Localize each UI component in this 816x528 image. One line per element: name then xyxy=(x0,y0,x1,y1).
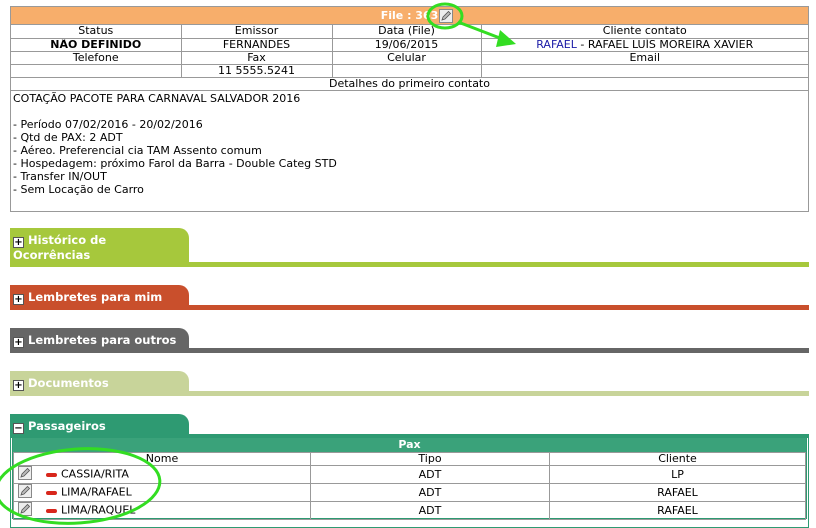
celular-header: Celular xyxy=(331,50,482,65)
contact-fullname: - RAFAEL LUÍS MOREIRA XAVIER xyxy=(576,38,754,51)
email-header: Email xyxy=(480,50,808,65)
pax-name: LIMA/RAFAEL xyxy=(61,485,132,499)
pax-cliente: LP xyxy=(549,465,806,484)
tab-lembretes-mim-label: Lembretes para mim xyxy=(28,290,163,304)
tab-lembretes-outros[interactable]: + Lembretes para outros xyxy=(10,328,189,350)
table-row: LIMA/RAQUEL ADT RAFAEL xyxy=(13,501,806,520)
section-documentos: + Documentos xyxy=(10,371,809,397)
details-text: COTAÇÃO PACOTE PARA CARNAVAL SALVADOR 20… xyxy=(13,91,337,196)
details-header: Detalhes do primeiro contato xyxy=(11,76,808,91)
file-info-table: Status Emissor Data (File) Cliente conta… xyxy=(11,25,808,91)
section-lembretes-outros: + Lembretes para outros xyxy=(10,328,809,355)
plus-expand-icon[interactable]: + xyxy=(13,337,24,348)
telefone-header: Telefone xyxy=(11,50,182,65)
documentos-bar xyxy=(10,391,809,396)
file-title-bar: File : 363 xyxy=(11,7,808,25)
tab-lembretes-mim[interactable]: + Lembretes para mim xyxy=(10,285,189,307)
fax-value: 11 5555.5241 xyxy=(180,63,333,78)
email-value xyxy=(480,63,808,78)
pax-name-cell: CASSIA/RITA xyxy=(13,465,311,484)
tab-documentos[interactable]: + Documentos xyxy=(10,371,189,393)
plus-expand-icon[interactable]: + xyxy=(13,294,24,305)
tab-passageiros-label: Passageiros xyxy=(28,419,106,433)
table-row: CASSIA/RITA ADT LP xyxy=(13,465,806,484)
emissor-value: FERNANDES xyxy=(180,37,333,52)
tab-documentos-label: Documentos xyxy=(28,376,109,390)
tab-historico[interactable]: + Histórico de Ocorrências xyxy=(10,228,189,264)
pax-col-nome: Nome xyxy=(13,452,311,466)
pax-tipo: ADT xyxy=(310,501,550,520)
plus-expand-icon[interactable]: + xyxy=(13,237,24,248)
minus-remove-icon[interactable] xyxy=(46,472,57,477)
pax-table: Nome Tipo Cliente CASSIA/RITA ADT LP LIM… xyxy=(13,452,806,520)
pax-name: CASSIA/RITA xyxy=(61,467,129,481)
pencil-edit-icon[interactable] xyxy=(18,484,32,501)
data-header: Data (File) xyxy=(331,25,482,39)
minus-remove-icon[interactable] xyxy=(46,508,57,513)
pax-name-cell: LIMA/RAQUEL xyxy=(13,501,311,520)
pax-tipo: ADT xyxy=(310,483,550,502)
pax-name: LIMA/RAQUEL xyxy=(61,503,136,517)
file-panel: File : 363 Status Emissor Data (File) Cl… xyxy=(10,6,809,212)
pax-cliente: RAFAEL xyxy=(549,501,806,520)
status-header: Status xyxy=(11,25,182,39)
section-lembretes-mim: + Lembretes para mim xyxy=(10,285,809,312)
table-row: LIMA/RAFAEL ADT RAFAEL xyxy=(13,483,806,502)
pencil-edit-icon[interactable] xyxy=(18,502,32,519)
tab-historico-label: Histórico de Ocorrências xyxy=(13,233,107,262)
plus-expand-icon[interactable]: + xyxy=(13,380,24,391)
contact-link[interactable]: RAFAEL xyxy=(536,39,577,50)
pax-cliente: RAFAEL xyxy=(549,483,806,502)
tab-lembretes-outros-label: Lembretes para outros xyxy=(28,333,177,347)
section-historico: + Histórico de Ocorrências xyxy=(10,228,809,268)
cliente-contato-header: Cliente contato xyxy=(480,25,808,39)
pax-panel: Pax Nome Tipo Cliente CASSIA/RITA ADT LP… xyxy=(12,437,807,520)
pencil-edit-icon[interactable] xyxy=(18,466,32,483)
data-value: 19/06/2015 xyxy=(331,37,482,52)
file-title: File : 363 xyxy=(380,9,439,22)
pax-tipo: ADT xyxy=(310,465,550,484)
pax-title: Pax xyxy=(13,438,806,452)
status-value: NÃO DEFINIDO xyxy=(11,37,182,52)
cliente-contato-value: RAFAEL - RAFAEL LUÍS MOREIRA XAVIER xyxy=(480,37,808,52)
minus-collapse-icon[interactable]: − xyxy=(13,423,24,434)
minus-remove-icon[interactable] xyxy=(46,490,57,495)
edit-file-pencil-icon[interactable] xyxy=(439,9,453,29)
lembretes-mim-bar xyxy=(10,305,809,310)
telefone-value xyxy=(11,63,182,78)
celular-value xyxy=(331,63,482,78)
pax-name-cell: LIMA/RAFAEL xyxy=(13,483,311,502)
emissor-header: Emissor xyxy=(180,25,333,39)
historico-bar xyxy=(10,262,809,267)
pax-col-cliente: Cliente xyxy=(549,452,806,466)
tab-passageiros[interactable]: − Passageiros xyxy=(10,414,189,436)
pax-col-tipo: Tipo xyxy=(310,452,550,466)
lembretes-outros-bar xyxy=(10,348,809,353)
fax-header: Fax xyxy=(180,50,333,65)
